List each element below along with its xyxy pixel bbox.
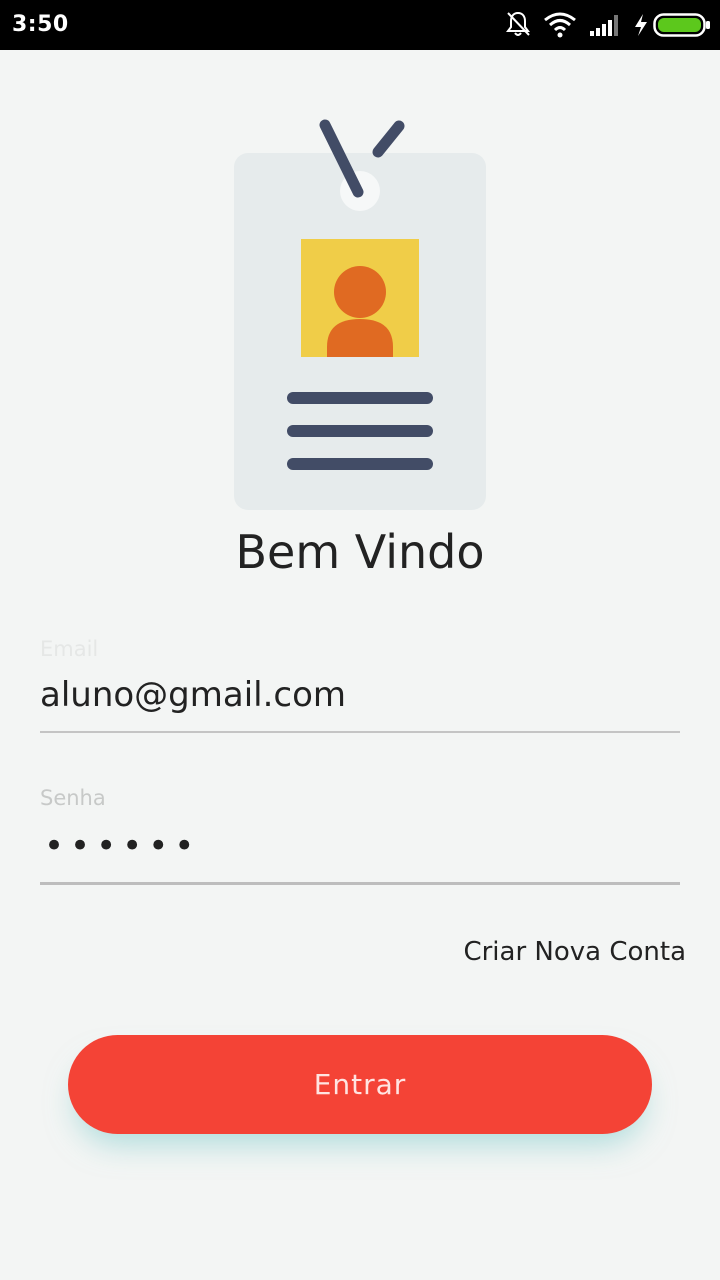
id-badge-illustration [230,115,490,515]
signal-icon [589,13,623,42]
create-account-link[interactable]: Criar Nova Conta [463,937,686,967]
status-bar: 3:50 [0,0,720,50]
wifi-icon [543,12,577,43]
password-underline [40,882,680,885]
email-label: Email [40,637,99,661]
battery-icon [653,13,711,42]
notifications-off-icon [505,10,531,43]
charging-icon [633,13,649,42]
email-input[interactable] [40,675,680,715]
password-input[interactable]: •••••• [40,826,680,866]
status-time: 3:50 [12,12,69,37]
enter-button[interactable]: Entrar [68,1035,652,1134]
welcome-title: Bem Vindo [235,525,485,579]
password-label: Senha [40,786,106,810]
email-underline [40,731,680,733]
email-field[interactable]: Email [40,637,680,733]
password-field[interactable]: Senha •••••• [40,786,680,885]
